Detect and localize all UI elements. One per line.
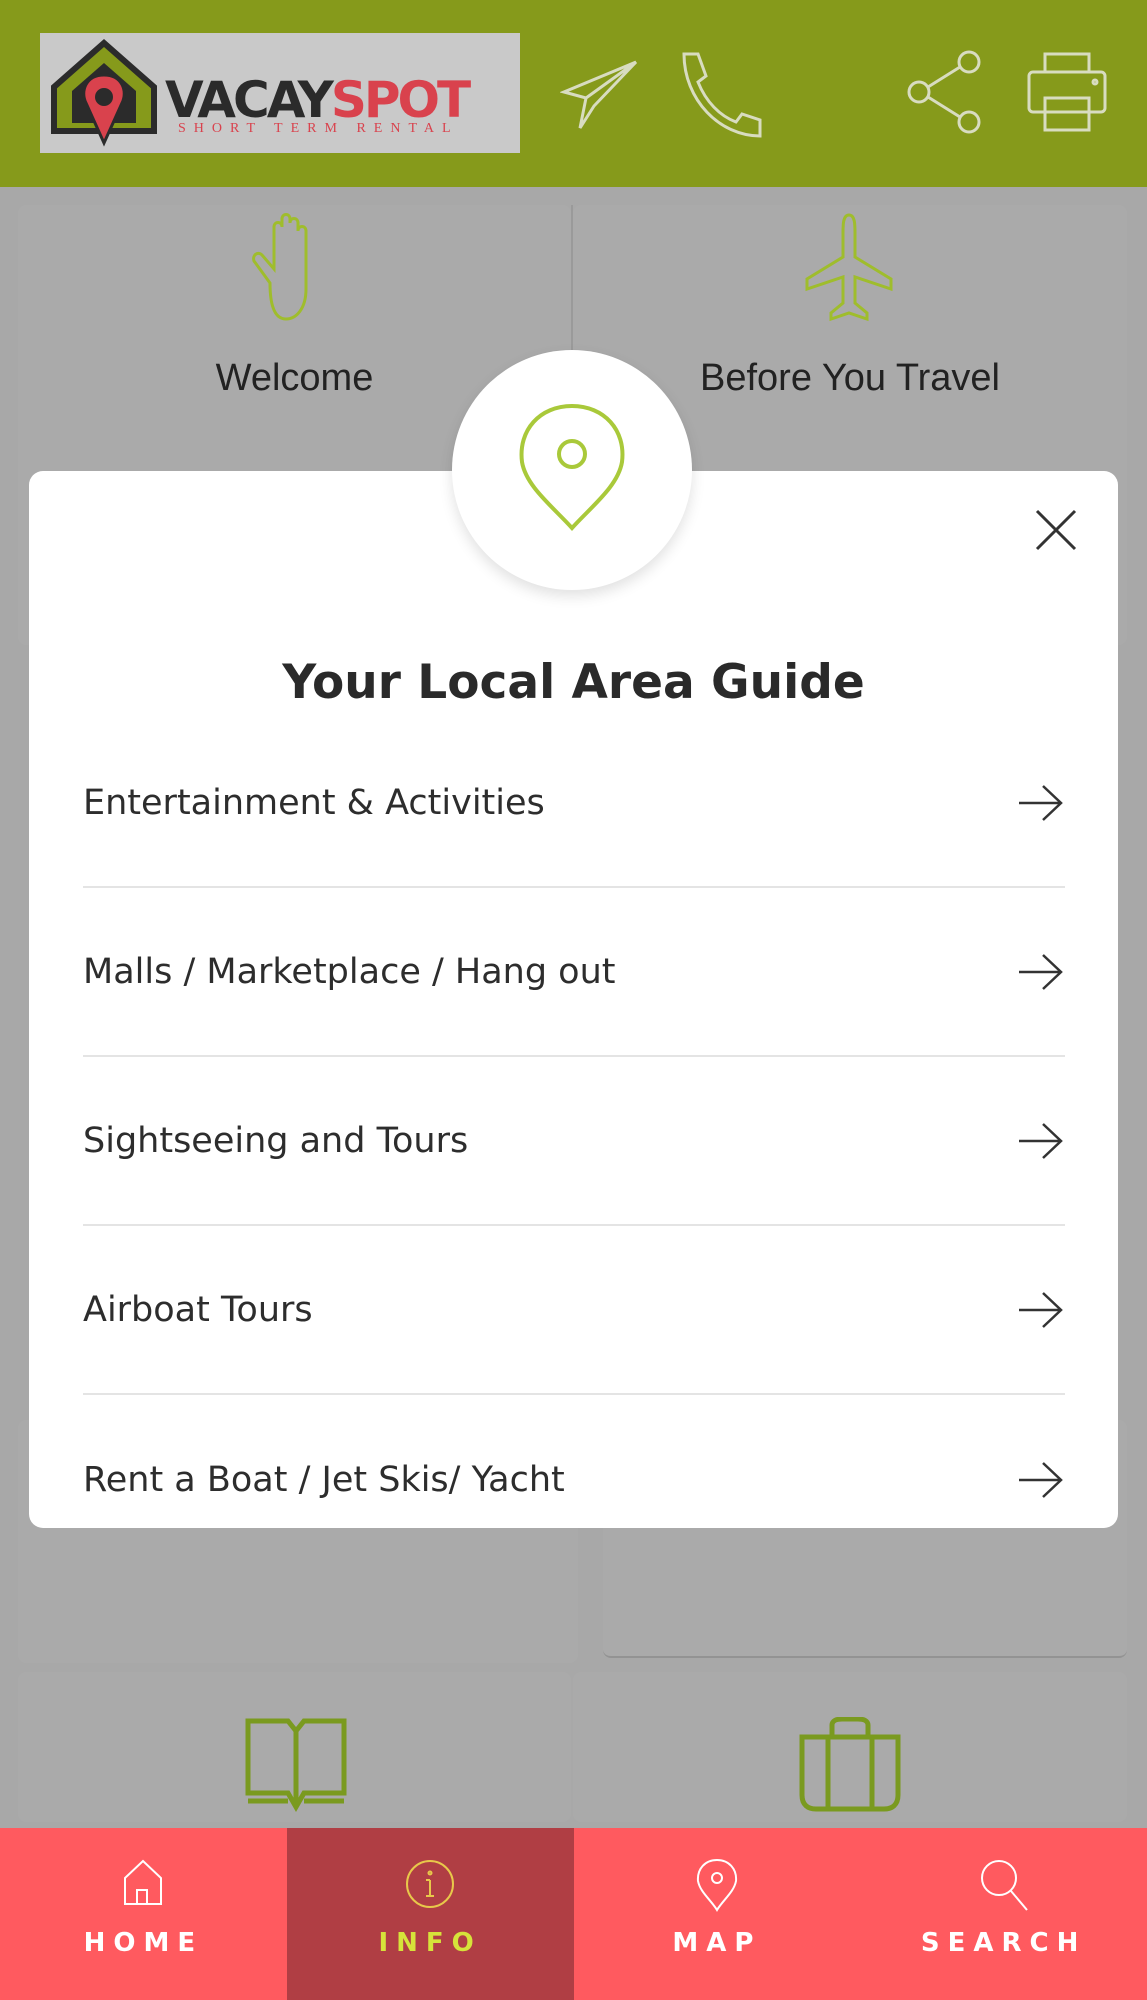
- search-icon: [980, 1860, 1028, 1911]
- arrow-right-icon: [1019, 953, 1063, 990]
- close-icon[interactable]: [1033, 507, 1079, 553]
- guide-item[interactable]: Rent a Boat / Jet Skis/ Yacht: [83, 1395, 1065, 1564]
- map-pin-icon: [519, 403, 625, 531]
- hand-icon: [252, 213, 308, 321]
- nav-home-label: HOME: [83, 1928, 204, 1958]
- home-icon: [124, 1859, 163, 1905]
- suitcase-icon: [799, 1717, 901, 1812]
- nav-map-label: MAP: [672, 1928, 762, 1958]
- printer-icon[interactable]: [1025, 50, 1109, 134]
- paper-plane-icon[interactable]: [560, 50, 640, 140]
- guide-item[interactable]: Entertainment & Activities: [83, 719, 1065, 888]
- nav-search[interactable]: SEARCH: [860, 1828, 1147, 2000]
- guide-item-label: Sightseeing and Tours: [83, 1120, 469, 1161]
- nav-info[interactable]: INFO: [286, 1828, 574, 2000]
- map-pin-icon: [696, 1858, 737, 1912]
- guide-item-label: Airboat Tours: [83, 1289, 313, 1330]
- nav-search-label: SEARCH: [920, 1928, 1087, 1958]
- guide-item-label: Rent a Boat / Jet Skis/ Yacht: [83, 1459, 565, 1500]
- vacayspot-logo[interactable]: VACAYSPOT SHORT TERM RENTAL: [40, 33, 520, 153]
- modal-icon-badge: [452, 350, 692, 590]
- guide-item[interactable]: Malls / Marketplace / Hang out: [83, 888, 1065, 1057]
- share-icon[interactable]: [905, 50, 985, 134]
- info-icon: [406, 1860, 455, 1908]
- app-header: VACAYSPOT SHORT TERM RENTAL: [0, 0, 1147, 187]
- guide-item-label: Entertainment & Activities: [83, 782, 545, 823]
- guide-item-label: Malls / Marketplace / Hang out: [83, 951, 616, 992]
- modal-title: Your Local Area Guide: [282, 655, 865, 710]
- book-icon: [245, 1718, 347, 1813]
- nav-home[interactable]: HOME: [0, 1828, 287, 2000]
- arrow-right-icon: [1019, 1122, 1063, 1159]
- suitcase-card[interactable]: [573, 1672, 1127, 1822]
- phone-icon[interactable]: [680, 50, 765, 140]
- logo-house-icon: [51, 39, 157, 147]
- guide-item[interactable]: Airboat Tours: [83, 1226, 1065, 1395]
- bottom-nav: HOME INFO MAP SEARCH: [0, 1828, 1147, 2000]
- guide-item[interactable]: Sightseeing and Tours: [83, 1057, 1065, 1226]
- nav-map[interactable]: MAP: [573, 1828, 861, 2000]
- nav-info-label: INFO: [378, 1928, 482, 1958]
- arrow-right-icon: [1019, 1291, 1063, 1328]
- logo-tagline: SHORT TERM RENTAL: [178, 121, 459, 136]
- airplane-icon: [805, 213, 893, 322]
- arrow-right-icon: [1019, 784, 1063, 821]
- guidebook-card[interactable]: [18, 1672, 571, 1822]
- arrow-right-icon: [1019, 1461, 1063, 1498]
